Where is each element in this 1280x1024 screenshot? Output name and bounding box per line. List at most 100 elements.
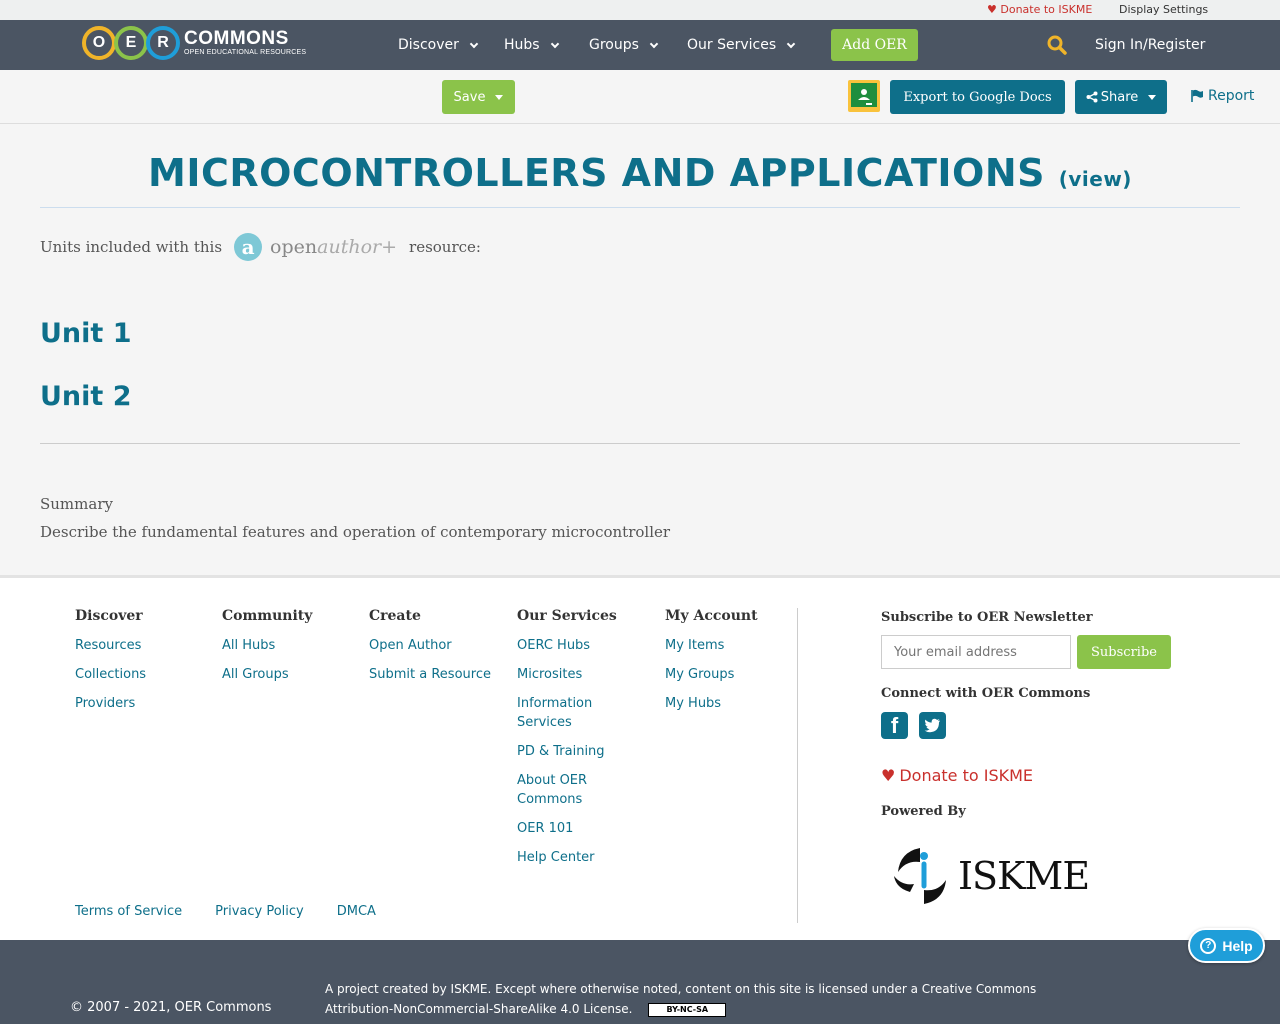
license-text: A project created by ISKME. Except where… [325,979,1085,1019]
footer-heading: Our Services [517,608,617,624]
nav-groups[interactable]: Groups [589,37,659,53]
footer-link-oerc-hubs[interactable]: OERC Hubs [517,636,627,655]
footer-link-information-services[interactable]: Information Services [517,694,627,732]
footer-link-providers[interactable]: Providers [75,694,215,713]
display-settings-link[interactable]: Display Settings [1119,3,1208,16]
summary-label: Summary [40,495,113,513]
google-classroom-icon[interactable] [848,80,880,112]
help-button[interactable]: ? Help [1188,928,1265,963]
footer-heading: My Account [665,608,758,624]
nav-label: Groups [589,37,639,53]
nav-label: Hubs [504,37,540,53]
nav-label: Our Services [687,37,777,53]
footer-link-help-center[interactable]: Help Center [517,848,627,867]
footer-link-collections[interactable]: Collections [75,665,215,684]
open-author-logo: a openauthor+ [234,233,397,261]
terms-of-service-link[interactable]: Terms of Service [75,904,182,919]
question-icon: ? [1200,937,1217,954]
unit-1-link[interactable]: Unit 1 [40,318,132,349]
newsletter-title: Subscribe to OER Newsletter [881,610,1093,625]
logo-letter-r: R [146,26,180,60]
iskme-logo-text: ISKME [958,854,1090,898]
divider [40,443,1240,444]
share-label: Share [1100,89,1139,105]
heart-icon: ♥ [987,3,997,16]
resource-title: MICROCONTROLLERS AND APPLICATIONS [148,151,1045,195]
iskme-logo[interactable]: ISKME [890,840,1090,912]
footer-link-my-hubs[interactable]: My Hubs [665,694,785,713]
logo-name: COMMONS [184,28,289,49]
footer-link-submit-resource[interactable]: Submit a Resource [369,665,499,684]
subscribe-button[interactable]: Subscribe [1077,635,1171,669]
logo-tagline: OPEN EDUCATIONAL RESOURCES [184,49,307,56]
summary-text: Describe the fundamental features and op… [40,523,671,541]
utility-bar: ♥ Donate to ISKME Display Settings [0,0,1280,20]
add-oer-button[interactable]: Add OER [831,29,918,61]
footer-link-my-items[interactable]: My Items [665,636,785,655]
footer-link-all-groups[interactable]: All Groups [222,665,362,684]
footer-link-resources[interactable]: Resources [75,636,215,655]
footer-col-my-account: My Account My Items My Groups My Hubs [665,608,785,723]
footer-link-about[interactable]: About OER Commons [517,771,627,809]
footer-col-discover: Discover Resources Collections Providers [75,608,215,723]
search-icon[interactable] [1047,35,1067,55]
footer-col-create: Create Open Author Submit a Resource [369,608,499,694]
oer-commons-logo[interactable]: O E R COMMONS OPEN EDUCATIONAL RESOURCES [82,25,306,61]
logo-letter-e: E [114,26,148,60]
donate-link-top[interactable]: ♥ Donate to ISKME [987,3,1092,16]
powered-by-title: Powered By [881,804,966,819]
footer-link-all-hubs[interactable]: All Hubs [222,636,362,655]
nav-label: Discover [398,37,459,53]
person-icon [858,89,872,105]
nav-our-services[interactable]: Our Services [687,37,796,53]
facebook-icon[interactable]: f [881,712,908,739]
share-icon [1086,91,1098,103]
footer-heading: Discover [75,608,143,624]
report-label: Report [1208,88,1255,104]
save-label: Save [453,89,486,105]
iskme-figure-icon [894,848,946,904]
chevron-down-icon [786,39,796,48]
logo-text: COMMONS OPEN EDUCATIONAL RESOURCES [184,29,306,57]
flag-icon [1191,89,1203,102]
donate-link-footer[interactable]: ♥ Donate to ISKME [881,766,1033,785]
chevron-down-icon [469,39,479,48]
save-button[interactable]: Save [442,80,515,114]
twitter-bird-glyph [924,718,940,733]
sign-in-register-link[interactable]: Sign In/Register [1095,37,1205,53]
google-classroom-icon-board [851,83,877,107]
export-google-docs-button[interactable]: Export to Google Docs [890,80,1065,114]
twitter-icon[interactable] [919,712,946,739]
privacy-policy-link[interactable]: Privacy Policy [215,904,304,919]
chevron-down-icon [649,39,659,48]
footer-link-my-groups[interactable]: My Groups [665,665,785,684]
footer-link-oer-101[interactable]: OER 101 [517,819,627,838]
newsletter-email-input[interactable] [881,635,1071,669]
nav-discover[interactable]: Discover [398,37,479,53]
unit-2-link[interactable]: Unit 2 [40,381,132,412]
chevron-down-icon [550,39,559,48]
footer-link-open-author[interactable]: Open Author [369,636,499,655]
logo-letter-o: O [82,26,116,60]
footer-heading: Community [222,608,313,624]
open-author-logo-open: open [270,236,318,258]
cc-license-badge[interactable]: BY-NC-SA [648,1002,727,1017]
connect-title: Connect with OER Commons [881,686,1091,701]
dmca-link[interactable]: DMCA [337,904,376,919]
units-suffix: resource: [409,238,481,256]
legal-links: Terms of Service Privacy Policy DMCA [75,904,409,919]
footer-col-our-services: Our Services OERC Hubs Microsites Inform… [517,608,627,877]
footer: Discover Resources Collections Providers… [0,575,1280,940]
units-intro: Units included with this a openauthor+ r… [40,233,481,261]
nav-hubs[interactable]: Hubs [504,37,559,53]
footer-link-pd-training[interactable]: PD & Training [517,742,627,761]
footer-link-microsites[interactable]: Microsites [517,665,627,684]
view-link[interactable]: (view) [1059,167,1132,191]
caret-down-icon [495,94,504,100]
main-nav: O E R COMMONS OPEN EDUCATIONAL RESOURCES… [0,20,1280,70]
caret-down-icon [1148,94,1157,100]
copyright: © 2007 - 2021, OER Commons [70,1000,272,1015]
report-link[interactable]: Report [1190,88,1254,104]
footer-col-community: Community All Hubs All Groups [222,608,362,694]
share-button[interactable]: Share [1075,80,1167,114]
